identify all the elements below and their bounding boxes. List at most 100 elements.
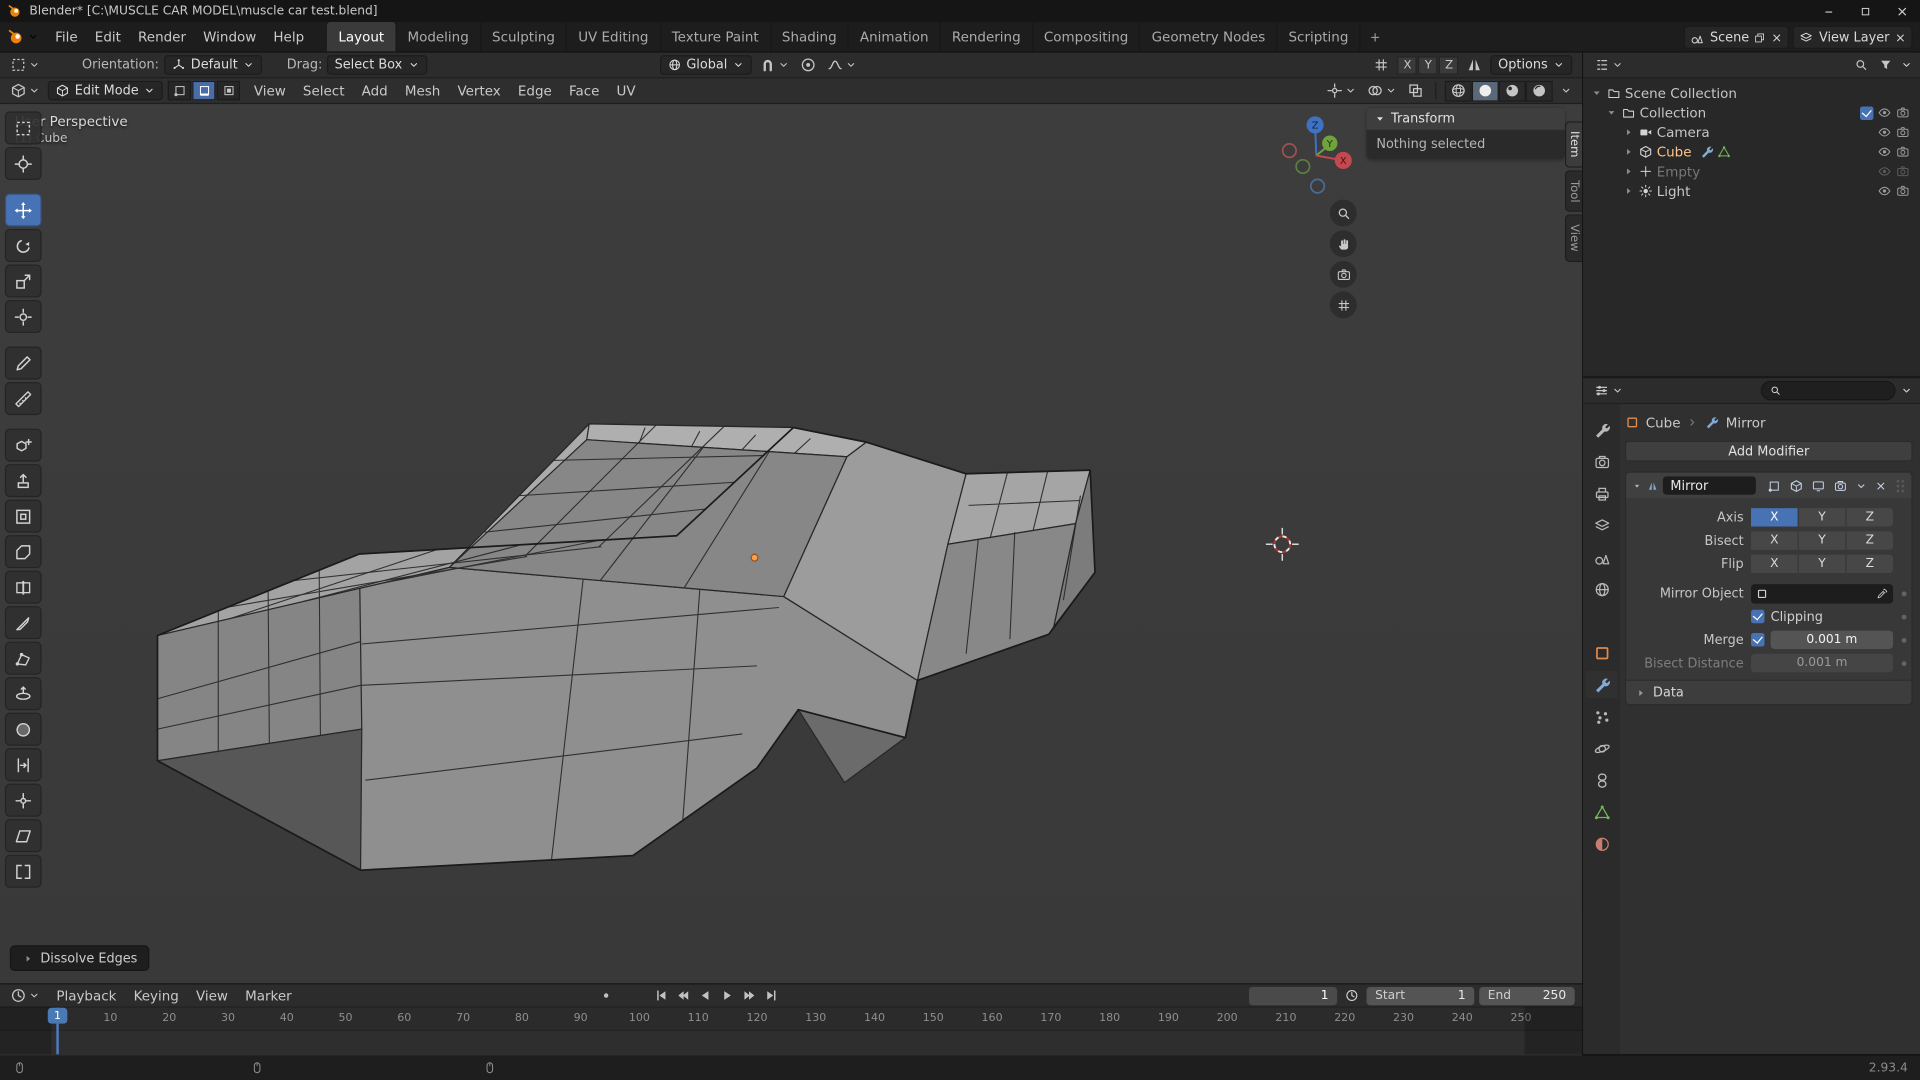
axis-toggle-x[interactable]: X	[1751, 508, 1798, 526]
eyedropper-icon[interactable]	[1876, 587, 1888, 599]
play-button[interactable]	[717, 986, 738, 1004]
rip-region-tool[interactable]	[5, 855, 42, 888]
new-scene-icon[interactable]	[1754, 31, 1766, 43]
properties-tab-tool[interactable]	[1586, 416, 1618, 443]
shading-options-button[interactable]	[1558, 81, 1575, 101]
data-subpanel-header[interactable]: Data	[1626, 680, 1911, 704]
sidebar-tab-view[interactable]: View	[1565, 214, 1582, 261]
properties-tab-particles[interactable]	[1586, 703, 1618, 730]
axis-toggle-z[interactable]: Z	[1847, 508, 1894, 526]
workspace-tab-geometry-nodes[interactable]: Geometry Nodes	[1141, 22, 1278, 51]
gizmo-minus-z-ball[interactable]	[1311, 179, 1324, 192]
viewport-menu-add[interactable]: Add	[353, 83, 396, 99]
edge-select-mode-button[interactable]	[193, 81, 216, 101]
measure-tool[interactable]	[5, 382, 42, 415]
material-preview-button[interactable]	[1499, 80, 1526, 101]
zoom-button[interactable]	[1330, 200, 1357, 227]
hide-viewport-icon[interactable]	[1877, 144, 1892, 159]
move-tool[interactable]	[5, 193, 42, 226]
hide-viewport-icon[interactable]	[1877, 184, 1892, 199]
caret-right-icon[interactable]	[1622, 146, 1634, 158]
viewport-3d[interactable]: User Perspective (1) Cube	[0, 104, 1582, 983]
bisect-distance-slider[interactable]: 0.001 m	[1751, 654, 1893, 672]
timeline-editor-type-button[interactable]	[7, 986, 43, 1006]
timeline-menu-marker[interactable]: Marker	[237, 988, 301, 1004]
knife-tool[interactable]	[5, 606, 42, 639]
properties-tab-constraints[interactable]	[1586, 767, 1618, 794]
caret-right-icon[interactable]	[1622, 126, 1634, 138]
disable-render-icon[interactable]	[1896, 144, 1911, 159]
bisect-toggle-x[interactable]: X	[1751, 531, 1798, 549]
current-frame-field[interactable]: 1	[1249, 986, 1337, 1004]
modifier-delete-button[interactable]	[1874, 479, 1889, 491]
jump-to-start-button[interactable]	[651, 986, 672, 1004]
viewport-menu-select[interactable]: Select	[294, 83, 353, 99]
collection-exclude-checkbox[interactable]	[1860, 106, 1873, 119]
cursor-tool[interactable]	[5, 147, 42, 180]
xray-toggle-button[interactable]	[1404, 81, 1426, 101]
bisect-toggle-z[interactable]: Z	[1847, 531, 1894, 549]
shear-tool[interactable]	[5, 819, 42, 852]
Empty[interactable]: Empty	[1586, 162, 1918, 182]
outliner-search-button[interactable]	[1851, 55, 1871, 75]
show-gizmo-button[interactable]	[1324, 81, 1360, 101]
properties-search-input[interactable]	[1761, 381, 1896, 401]
viewport-menu-uv[interactable]: UV	[608, 83, 644, 99]
flip-toggle-x[interactable]: X	[1751, 555, 1798, 573]
add-cube-tool[interactable]	[5, 429, 42, 462]
drag-dropdown[interactable]: Select Box	[327, 55, 426, 75]
properties-tab-modifiers[interactable]	[1586, 671, 1618, 698]
inset-faces-tool[interactable]	[5, 500, 42, 533]
Camera[interactable]: Camera	[1586, 122, 1918, 142]
gizmo-minus-y-ball[interactable]	[1296, 160, 1309, 173]
face-select-mode-button[interactable]	[217, 81, 240, 101]
workspace-tab-shading[interactable]: Shading	[771, 22, 849, 51]
operator-panel[interactable]: Dissolve Edges	[10, 945, 150, 971]
navigation-gizmo[interactable]: Z Y X	[1267, 107, 1365, 205]
modifier-on-cage-toggle[interactable]	[1766, 478, 1783, 493]
annotate-tool[interactable]	[5, 347, 42, 380]
viewport-menu-edge[interactable]: Edge	[509, 83, 560, 99]
timeline-tracks[interactable]	[0, 1031, 1582, 1055]
frame-start-field[interactable]: Start 1	[1367, 986, 1475, 1004]
play-reverse-button[interactable]	[695, 986, 716, 1004]
proportional-falloff-button[interactable]	[824, 55, 860, 75]
playhead-frame-badge[interactable]: 1	[48, 1008, 68, 1024]
sidebar-tab-tool[interactable]: Tool	[1565, 170, 1582, 212]
extrude-region-tool[interactable]	[5, 464, 42, 497]
edge-slide-tool[interactable]	[5, 748, 42, 781]
options-dropdown[interactable]: Options	[1491, 55, 1572, 75]
flip-toggle-z[interactable]: Z	[1847, 555, 1894, 573]
rendered-shading-button[interactable]	[1526, 80, 1553, 101]
drag-handle-icon[interactable]	[1896, 478, 1906, 493]
modifier-panel-header[interactable]: Mirror	[1626, 473, 1911, 499]
mirror-icon-button[interactable]	[1464, 55, 1486, 75]
modifier-render-toggle[interactable]	[1832, 478, 1849, 493]
breadcrumb-object[interactable]: Cube	[1646, 414, 1681, 430]
wireframe-shading-button[interactable]	[1445, 80, 1472, 101]
blender-app-menu-button[interactable]	[0, 22, 47, 51]
properties-tab-view-layer[interactable]	[1586, 512, 1618, 539]
properties-tab-render[interactable]	[1586, 448, 1618, 475]
caret-right-icon[interactable]	[1622, 165, 1634, 177]
menu-help[interactable]: Help	[265, 22, 313, 51]
transform-orientation-dropdown[interactable]: Global	[659, 55, 751, 75]
modifier-realtime-toggle[interactable]	[1810, 478, 1827, 493]
frame-end-field[interactable]: End 250	[1479, 986, 1575, 1004]
caret-right-icon[interactable]	[1622, 185, 1634, 197]
properties-tab-object[interactable]	[1586, 639, 1618, 666]
workspace-tab-rendering[interactable]: Rendering	[941, 22, 1033, 51]
orientation-dropdown[interactable]: Default	[164, 55, 262, 75]
properties-tab-material[interactable]	[1586, 830, 1618, 857]
close-button[interactable]	[1883, 0, 1920, 22]
caret-down-icon[interactable]	[1632, 479, 1642, 491]
timeline-menu-playback[interactable]: Playback	[48, 988, 125, 1004]
breadcrumb-modifier[interactable]: Mirror	[1726, 414, 1766, 430]
properties-tab-world[interactable]	[1586, 576, 1618, 603]
remove-view-layer-icon[interactable]	[1894, 31, 1906, 43]
caret-down-icon[interactable]	[1591, 87, 1603, 99]
spin-tool[interactable]	[5, 677, 42, 710]
mirror-axis-toggle-y[interactable]: Y	[1419, 56, 1439, 74]
next-keyframe-button[interactable]	[739, 986, 760, 1004]
caret-down-icon[interactable]	[1605, 107, 1617, 119]
